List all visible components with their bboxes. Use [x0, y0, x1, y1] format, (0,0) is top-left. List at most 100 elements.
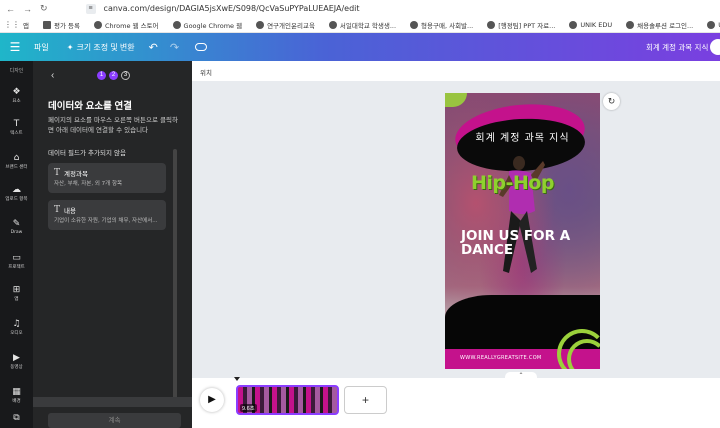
redo-icon[interactable]: ↷ [170, 41, 179, 54]
site-icon [410, 20, 419, 29]
site-icon [256, 20, 265, 29]
site-icon [569, 20, 578, 29]
audio-icon: ♫ [12, 319, 21, 329]
bookmark-item[interactable]: 평가 등록 [42, 20, 80, 30]
site-icon [626, 20, 635, 29]
field-sample: 기업이 소유한 자원, 기업의 채무, 자산에서... [54, 218, 158, 224]
bookmark-label: 서일대학교 학생생... [339, 21, 397, 30]
bookmark-item[interactable]: ⋮⋮ 앱 [4, 20, 29, 30]
rail-item-label: 프로젝트 [8, 265, 25, 270]
timeline-clip[interactable]: 9.6초 [236, 385, 339, 415]
bookmark-label: 형용구매, 사회발... [421, 21, 474, 30]
text-icon: T [13, 119, 20, 129]
site-icon [707, 20, 716, 29]
bookmark-item[interactable]: UNIK EDU [569, 20, 613, 29]
avatar[interactable] [710, 39, 720, 55]
site-icon [328, 20, 337, 29]
reload-icon[interactable]: ↻ [40, 3, 48, 14]
step-3: 3 [121, 71, 130, 80]
rail-item-label: 업로드 항목 [5, 197, 28, 202]
background-icon: ▦ [12, 387, 21, 397]
resize-button[interactable]: ✦ 크기 조정 및 변환 [67, 42, 135, 53]
forward-icon[interactable]: → [23, 4, 32, 14]
more-icon: ⧉ [13, 413, 20, 423]
brand-icon: ⌂ [13, 153, 20, 163]
bookmark-item[interactable]: [행정팀] PPT 자료... [487, 20, 555, 30]
chrome-store-icon [93, 20, 102, 29]
file-menu-button[interactable]: 파일 [34, 42, 49, 53]
bookmark-label: 앱 [23, 21, 29, 30]
bookmark-item[interactable]: 형용구매, 사회발... [410, 20, 473, 30]
bookmark-label: UNIK EDU [580, 20, 613, 29]
elements-icon: ❖ [12, 87, 21, 97]
refresh-icon[interactable]: ↻ [603, 93, 620, 110]
join-us-text[interactable]: JOIN US FOR A DANCE [461, 229, 596, 257]
field-name: 내용 [64, 207, 76, 215]
rail-item-audio[interactable]: ♫ 오디오 [0, 319, 33, 336]
back-icon[interactable]: ← [6, 4, 15, 14]
text-field-icon: T [54, 168, 61, 178]
hip-hop-text[interactable]: Hip-Hop [471, 172, 554, 194]
green-accent-shape [445, 93, 467, 107]
panel-scrollbar[interactable] [173, 149, 177, 401]
position-button[interactable]: 위치 [200, 67, 212, 77]
bookmark-label: 채용솔루션 로그인... [637, 21, 694, 30]
google-icon [172, 20, 181, 29]
bookmark-item[interactable]: 서일대학교 학생생... [328, 20, 397, 30]
add-page-button[interactable]: + [344, 386, 387, 414]
rail-item-apps[interactable]: ⊞ 앱 [0, 285, 33, 302]
rail-item-label: 브랜드 센터 [5, 165, 28, 170]
rail-item-background[interactable]: ▦ 배경 [0, 387, 33, 404]
document-title[interactable]: 회계 계정 과목 지식 [646, 42, 708, 53]
rail-item-projects[interactable]: ▭ 프로젝트 [0, 253, 33, 270]
address-bar: ← → ↻ ≡ canva.com/design/DAGIA5jsXwE/S09… [0, 0, 720, 17]
rail-item-label: 앱 [14, 297, 19, 302]
rail-item-label: 오디오 [10, 331, 23, 336]
rail-item-draw[interactable]: ✎ Draw [0, 219, 33, 235]
rail-design-label[interactable]: 디자인 [0, 67, 33, 74]
undo-icon[interactable]: ↶ [149, 41, 158, 54]
left-rail: 디자인 ❖ 요소 T 텍스트 ⌂ 브랜드 센터 ☁ 업로드 항목 ✎ Draw ▭ 프로젝트 ⊞ 앱 ♫ 오디… [0, 61, 33, 428]
panel-scroll-track [33, 397, 192, 407]
rail-item-more[interactable]: ⧉ [0, 413, 33, 424]
sparkle-icon: ✦ [66, 42, 74, 52]
rail-item-label: 배경 [12, 399, 21, 404]
back-chevron-icon[interactable]: ‹ [51, 70, 54, 81]
uploads-icon: ☁ [12, 185, 21, 195]
data-field-card[interactable]: T 내용 기업이 소유한 자원, 기업의 채무, 자산에서... [48, 200, 166, 230]
step-2: 2 [109, 71, 118, 80]
rail-item-uploads[interactable]: ☁ 업로드 항목 [0, 185, 33, 202]
panel-title: 데이터와 요소를 연결 [48, 101, 132, 112]
resize-label: 크기 조정 및 변환 [76, 42, 135, 52]
continue-button[interactable]: 계속 [48, 413, 181, 428]
rail-item-label: Draw [10, 230, 23, 235]
bookmark-item[interactable]: 연구개인윤리교육 [256, 20, 315, 30]
playhead-marker[interactable] [234, 377, 240, 381]
bookmark-item[interactable]: Chrome 웹 스토어 [93, 20, 159, 30]
bookmark-item[interactable]: 채용솔루션 로그인... [626, 20, 693, 30]
bookmark-item[interactable]: UNIK EDU [707, 20, 720, 29]
context-toolbar: 위치 [192, 61, 720, 81]
design-page[interactable]: 회계 계정 과목 지식 Hip-Hop JOIN US FOR A DANCE … [445, 93, 600, 369]
data-connect-panel: ‹ 1 2 3 데이터와 요소를 연결 페이지의 요소를 마우스 오른쪽 버튼으… [33, 61, 192, 428]
clip-duration: 9.6초 [240, 404, 257, 412]
cloud-save-icon[interactable] [195, 43, 208, 51]
hamburger-menu-icon[interactable]: ☰ [0, 40, 30, 54]
site-info-icon[interactable]: ≡ [85, 3, 96, 14]
site-icon [487, 20, 496, 29]
url-text[interactable]: canva.com/design/DAGIA5jsXwE/S098/QcVaSu… [104, 4, 360, 13]
rail-item-elements[interactable]: ❖ 요소 [0, 87, 33, 104]
rail-item-text[interactable]: T 텍스트 [0, 119, 33, 136]
rail-item-video[interactable]: ▶ 동영상 [0, 353, 33, 370]
design-heading-text[interactable]: 회계 계정 과목 지식 [445, 129, 600, 144]
website-text[interactable]: WWW.REALLYGREATSITE.COM [460, 355, 542, 361]
data-field-card[interactable]: T 계정과목 자산, 부채, 자본, 외 7개 항목 [48, 163, 166, 193]
bookmark-item[interactable]: Google Chrome 웹 [172, 20, 242, 30]
play-button[interactable]: ▶ [200, 388, 224, 412]
bookmark-label: 평가 등록 [53, 21, 80, 30]
rail-item-label: 동영상 [10, 365, 23, 370]
apps-grid-icon: ⋮⋮ [4, 19, 20, 29]
rail-item-brand[interactable]: ⌂ 브랜드 센터 [0, 153, 33, 170]
step-1: 1 [97, 71, 106, 80]
field-name: 계정과목 [64, 170, 88, 178]
